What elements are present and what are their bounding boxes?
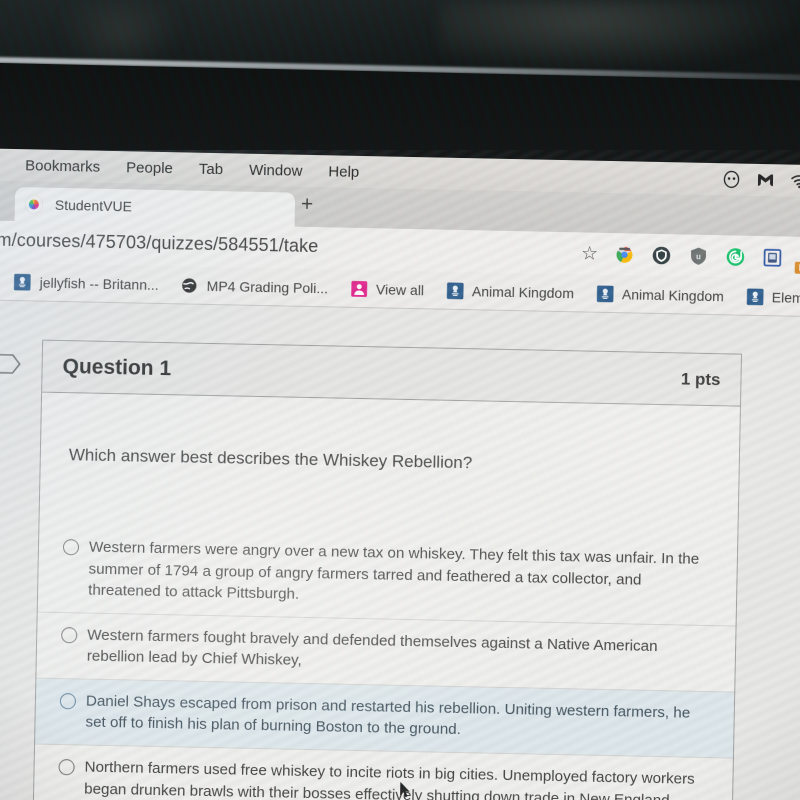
bookmark-item-jellyfish[interactable]: jellyfish -- Britann... — [14, 273, 159, 294]
bookmark-label: Animal Kingdom — [471, 282, 575, 301]
question-1-body: Which answer best describes the Whiskey … — [33, 393, 740, 800]
tab-title: StudentVUE — [54, 196, 133, 215]
question-1-title: Question 1 — [62, 354, 172, 380]
answer-text: Western farmers were angry over a new ta… — [87, 538, 700, 603]
reader-icon[interactable] — [762, 247, 783, 268]
menu-item-window[interactable]: Window — [249, 161, 303, 179]
britannica-icon — [746, 288, 764, 305]
menu-item-tab[interactable]: Tab — [199, 160, 224, 177]
answer-text: Northern farmers used free whiskey to in… — [83, 758, 695, 800]
answer-text: Western farmers fought bravely and defen… — [86, 626, 658, 670]
bookmark-label: MP4 Grading Poli... — [206, 277, 329, 296]
radio-button[interactable] — [59, 692, 77, 710]
bookmark-label: Animal Kingdom — [621, 285, 725, 304]
bookmark-item-animal-kingdom-2[interactable]: Animal Kingdom — [596, 284, 724, 305]
britannica-icon — [14, 273, 32, 291]
menu-item-people[interactable]: People — [126, 159, 173, 177]
new-badge: NEW — [794, 261, 800, 274]
answer-option-1[interactable]: Western farmers were angry over a new ta… — [38, 525, 738, 626]
globe-icon — [182, 277, 197, 293]
new-tab-button[interactable]: + — [301, 193, 314, 217]
answer-text: Daniel Shays escaped from prison and res… — [85, 692, 691, 739]
address-bar-url[interactable]: e.com/courses/475703/quizzes/584551/take — [0, 229, 319, 257]
shield-vpn-icon[interactable] — [651, 244, 672, 265]
flag-outline-icon[interactable] — [0, 353, 22, 376]
chrome-extension-icon[interactable] — [614, 244, 635, 265]
background-room-light — [440, 0, 800, 72]
svg-text:u: u — [696, 252, 701, 261]
britannica-icon — [596, 285, 614, 302]
question-1-prompt: Which answer best describes the Whiskey … — [68, 445, 473, 473]
grammarly-icon[interactable] — [725, 246, 746, 267]
menu-item-bookmarks[interactable]: Bookmarks — [25, 157, 100, 176]
britannica-icon — [446, 281, 464, 299]
bookmark-star-icon[interactable]: ☆ — [581, 242, 599, 265]
ublock-origin-icon[interactable]: u — [688, 245, 709, 266]
malwarebytes-icon[interactable] — [755, 170, 775, 190]
wifi-icon[interactable] — [789, 171, 800, 191]
studentvue-pinwheel-icon — [24, 195, 44, 214]
question-1-points: 1 pts — [680, 368, 721, 389]
contacts-icon — [351, 280, 368, 297]
bookmark-item-view-all[interactable]: View all — [350, 279, 424, 298]
question-1-answers: Western farmers were angry over a new ta… — [33, 525, 738, 800]
bookmark-label: Elementary S — [771, 288, 800, 307]
bookmark-item-mp4-grading[interactable]: MP4 Grading Poli... — [181, 276, 329, 297]
radio-button[interactable] — [62, 539, 80, 556]
browser-tab-studentvue[interactable]: StudentVUE — [14, 187, 296, 227]
radio-button[interactable] — [61, 626, 78, 644]
bookmark-item-elementary-s[interactable]: Elementary S — [746, 287, 800, 307]
mouse-cursor-icon — [400, 781, 410, 798]
toolbar-icons: ☆ u — [581, 232, 800, 279]
face-icon[interactable] — [721, 169, 741, 189]
question-1-card: Question 1 1 pts Which answer best descr… — [32, 339, 743, 800]
bookmark-label: View all — [375, 280, 425, 298]
bookmark-label: jellyfish -- Britann... — [39, 274, 159, 293]
bookmark-item-animal-kingdom-1[interactable]: Animal Kingdom — [446, 281, 574, 302]
menu-item-help[interactable]: Help — [328, 163, 359, 181]
radio-button[interactable] — [58, 759, 75, 776]
laptop-screen: y Bookmarks People Tab Window Help — [0, 148, 800, 800]
quiz-page: Question 1 1 pts Which answer best descr… — [0, 299, 800, 800]
menu-bar-status-items — [721, 163, 800, 197]
